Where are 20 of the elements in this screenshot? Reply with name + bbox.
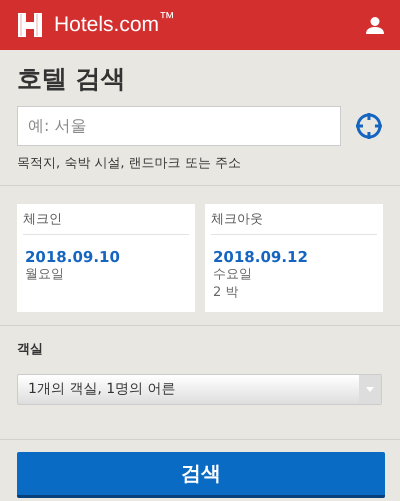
crosshair-icon[interactable]: [355, 112, 383, 140]
weekday: 월요일: [25, 266, 65, 284]
night-count: 2 박: [213, 284, 240, 302]
page-title: 호텔 검색: [17, 63, 127, 95]
rooms-dropdown[interactable]: 1개의 객실, 1명의 어른: [17, 374, 382, 404]
date-label: 체크아웃: [211, 210, 377, 234]
date-card[interactable]: 체크아웃 2018.09.12 수요일 2 박: [205, 204, 383, 312]
hotel-logo-icon: [16, 10, 44, 40]
date-card[interactable]: 체크인 2018.09.10 월요일: [17, 204, 195, 312]
date-value: 2018.09.12: [213, 248, 309, 266]
brand-name: Hotels.com$^{™}$: [54, 9, 175, 38]
caret-icon: [366, 386, 374, 392]
destination-hint: 목적지, 숙박 시설, 랜드마크 또는 주소: [17, 154, 242, 172]
user-icon[interactable]: [366, 16, 384, 34]
weekday: 수요일: [213, 266, 253, 284]
date-label: 체크인: [23, 210, 189, 234]
destination-field[interactable]: 예: 서울: [17, 106, 342, 146]
rooms-label: 객실: [17, 341, 44, 359]
search-button[interactable]: 검색: [17, 452, 385, 498]
date-value: 2018.09.10: [25, 248, 121, 266]
